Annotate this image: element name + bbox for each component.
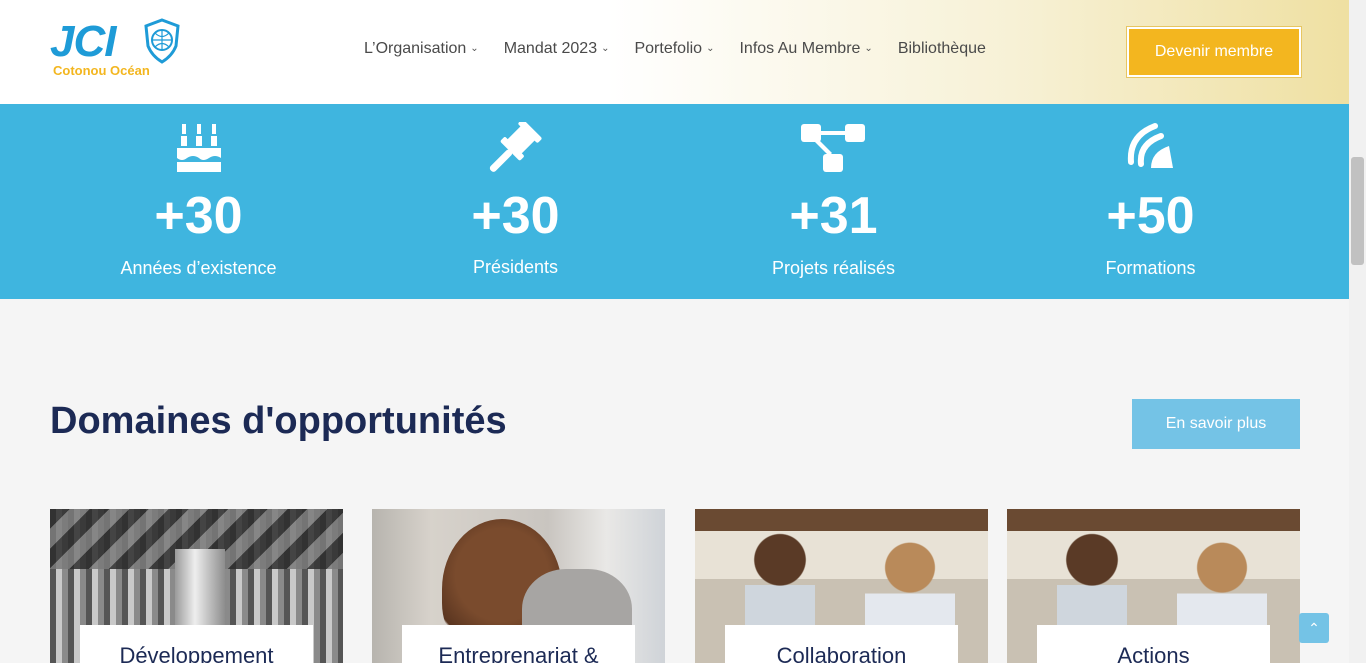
card-caption: Entreprenariat &: [402, 625, 635, 663]
jci-logo[interactable]: JCI Cotonou Océan: [50, 18, 190, 82]
nav-item-infos-membre[interactable]: Infos Au Membre ⌄: [739, 40, 872, 58]
nav-item-bibliotheque[interactable]: Bibliothèque: [898, 40, 986, 58]
chevron-down-icon: ⌄: [864, 42, 873, 54]
become-member-button[interactable]: Devenir membre: [1127, 27, 1301, 77]
card-caption: Actions: [1037, 625, 1270, 663]
logo-wordmark: JCI: [50, 17, 116, 66]
opportunity-card-collaboration[interactable]: Collaboration: [695, 509, 988, 663]
nav-item-label: Mandat 2023: [503, 40, 598, 57]
stat-label: Présidents: [472, 257, 559, 277]
chevron-down-icon: ⌄: [601, 42, 610, 54]
nav-item-mandat[interactable]: Mandat 2023 ⌄: [504, 40, 610, 58]
opportunity-card-development[interactable]: Développement: [50, 509, 343, 663]
nav-item-label: Infos Au Membre: [739, 40, 861, 57]
chevron-down-icon: ⌄: [706, 42, 715, 54]
stat-formations: +50 Formations: [992, 104, 1309, 299]
section-title: Domaines d'opportunités: [50, 400, 507, 442]
stat-label: Projets réalisés: [771, 258, 896, 278]
opportunity-card-actions[interactable]: Actions: [1007, 509, 1300, 663]
nav-item-organisation[interactable]: L’Organisation ⌄: [364, 40, 479, 58]
learn-more-button[interactable]: En savoir plus: [1132, 399, 1300, 449]
site-header: JCI Cotonou Océan L’Organisation ⌄ Manda…: [0, 0, 1349, 104]
nav-item-label: Portefolio: [634, 40, 703, 57]
shield-globe-icon: [142, 18, 182, 69]
nav-item-label: Bibliothèque: [897, 40, 986, 57]
stat-presidents: +30 Présidents: [357, 104, 674, 299]
stat-value: +30: [471, 187, 560, 245]
main-nav: L’Organisation ⌄ Mandat 2023 ⌄ Portefoli…: [364, 40, 1011, 58]
birthday-cake-icon: [164, 122, 234, 178]
stat-value: +31: [789, 187, 878, 245]
stat-projects: +31 Projets réalisés: [675, 104, 992, 299]
card-caption: Collaboration: [725, 625, 958, 663]
stat-label: Années d’existence: [120, 258, 277, 278]
nav-item-portefolio[interactable]: Portefolio ⌄: [634, 40, 714, 58]
page-scrollbar[interactable]: [1349, 0, 1366, 663]
nav-item-label: L’Organisation: [364, 40, 467, 57]
satellite-dish-icon: [1116, 122, 1186, 178]
logo-tagline: Cotonou Océan: [53, 63, 150, 78]
opportunity-card-entrepreneurship[interactable]: Entreprenariat &: [372, 509, 665, 663]
stat-years: +30 Années d’existence: [40, 104, 357, 299]
card-caption: Développement: [80, 625, 313, 663]
chevron-down-icon: ⌄: [470, 42, 479, 54]
chevron-up-icon: ⌃: [1308, 619, 1320, 636]
back-to-top-button[interactable]: ⌃: [1299, 613, 1329, 643]
stat-value: +30: [154, 187, 243, 245]
scrollbar-thumb[interactable]: [1351, 157, 1364, 265]
stats-band: +30 Années d’existence +30 Présidents +3…: [0, 104, 1349, 299]
project-diagram-icon: [799, 122, 869, 178]
stat-label: Formations: [1105, 258, 1196, 278]
gavel-icon: [481, 122, 551, 178]
stat-value: +50: [1106, 187, 1195, 245]
